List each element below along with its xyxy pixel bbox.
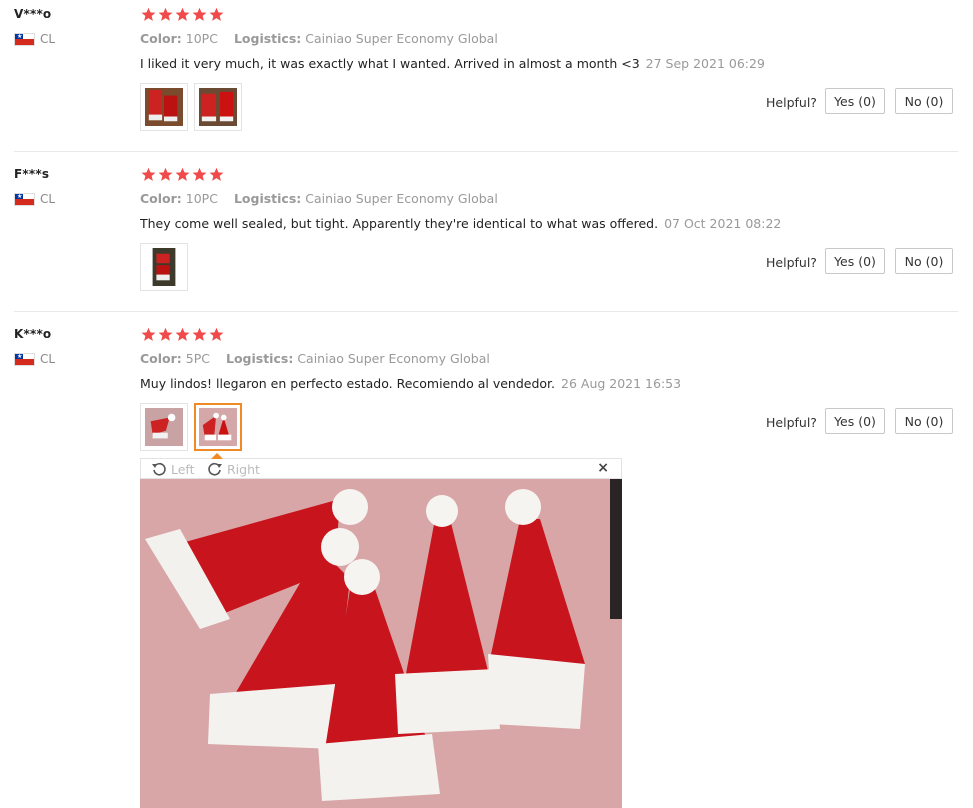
review-photo-thumb[interactable]: [194, 83, 242, 131]
star-icon: [158, 7, 173, 21]
helpful-no-button[interactable]: No (0): [895, 248, 953, 274]
enlarged-review-photo: [140, 479, 622, 808]
rotate-left-button[interactable]: Left: [151, 461, 195, 477]
logistics-value: Cainiao Super Economy Global: [305, 191, 498, 206]
helpful-yes-button[interactable]: Yes (0): [825, 408, 885, 434]
santa-hat-photo-icon: [199, 408, 237, 446]
star-icon: [209, 167, 224, 181]
review-meta: Color: 10PC Logistics: Cainiao Super Eco…: [140, 31, 498, 46]
star-icon: [141, 7, 156, 21]
review-photo-thumb-selected[interactable]: [194, 403, 242, 451]
review-text-line: They come well sealed, but tight. Appare…: [140, 216, 781, 231]
reviewer-country: ★ CL: [14, 192, 55, 206]
color-label: Color:: [140, 351, 182, 366]
helpful-label: Helpful?: [766, 95, 817, 110]
star-rating: [141, 7, 224, 22]
reviewer-name: F***s: [14, 167, 50, 181]
rotate-right-label: Right: [227, 461, 260, 477]
logistics-value: Cainiao Super Economy Global: [305, 31, 498, 46]
review-meta: Color: 10PC Logistics: Cainiao Super Eco…: [140, 191, 498, 206]
color-value: 5PC: [185, 351, 210, 366]
santa-hat-photo-icon: [145, 88, 183, 126]
star-icon: [209, 7, 224, 21]
chile-flag-icon: ★: [14, 352, 35, 366]
helpful-yes-button[interactable]: Yes (0): [825, 248, 885, 274]
close-icon[interactable]: ×: [597, 460, 609, 476]
country-code: CL: [40, 32, 56, 46]
review-photos: [140, 83, 242, 131]
star-rating: [141, 327, 224, 342]
logistics-label: Logistics:: [233, 191, 302, 206]
star-icon: [175, 167, 190, 181]
chile-flag-icon: ★: [14, 32, 35, 46]
country-code: CL: [40, 192, 56, 206]
review-photos: [140, 403, 242, 451]
helpful-no-button[interactable]: No (0): [895, 88, 953, 114]
star-rating: [141, 167, 224, 182]
rotate-right-button[interactable]: Right: [207, 461, 260, 477]
review-text-line: Muy lindos! llegaron en perfecto estado.…: [140, 376, 681, 391]
helpful-no-button[interactable]: No (0): [895, 408, 953, 434]
reviewer-name: K***o: [14, 327, 52, 341]
star-icon: [175, 327, 190, 341]
review-date: 27 Sep 2021 06:29: [645, 56, 765, 71]
helpful-label: Helpful?: [766, 255, 817, 270]
review-photos: [140, 243, 188, 291]
star-icon: [192, 167, 207, 181]
photo-viewer-toolbar: Left Right ×: [140, 453, 622, 479]
color-label: Color:: [140, 31, 182, 46]
helpful-yes-button[interactable]: Yes (0): [825, 88, 885, 114]
country-code: CL: [40, 352, 56, 366]
santa-hat-photo-icon: [199, 88, 237, 126]
photo-viewer: Left Right ×: [140, 453, 622, 808]
reviewer-country: ★ CL: [14, 32, 55, 46]
review-text: They come well sealed, but tight. Appare…: [140, 216, 659, 231]
logistics-value: Cainiao Super Economy Global: [297, 351, 490, 366]
santa-hat-photo-icon: [145, 408, 183, 446]
review-photo-thumb[interactable]: [140, 403, 188, 451]
star-icon: [141, 167, 156, 181]
review-photo-thumb[interactable]: [140, 83, 188, 131]
star-icon: [158, 327, 173, 341]
review-text: Muy lindos! llegaron en perfecto estado.…: [140, 376, 556, 391]
helpful-label: Helpful?: [766, 415, 817, 430]
review-date: 26 Aug 2021 16:53: [561, 376, 682, 391]
rotate-right-icon: [208, 462, 222, 476]
chile-flag-icon: ★: [14, 192, 35, 206]
review-text-line: I liked it very much, it was exactly wha…: [140, 56, 765, 71]
reviewer-country: ★ CL: [14, 352, 55, 366]
viewer-pointer-caret: [211, 453, 223, 459]
star-icon: [158, 167, 173, 181]
review-date: 07 Oct 2021 08:22: [664, 216, 782, 231]
color-value: 10PC: [185, 31, 218, 46]
star-icon: [141, 327, 156, 341]
color-label: Color:: [140, 191, 182, 206]
review-photo-thumb[interactable]: [140, 243, 188, 291]
review-text: I liked it very much, it was exactly wha…: [140, 56, 640, 71]
star-icon: [175, 7, 190, 21]
review-divider: [14, 151, 958, 152]
logistics-label: Logistics:: [225, 351, 294, 366]
reviewer-name: V***o: [14, 7, 52, 21]
logistics-label: Logistics:: [233, 31, 302, 46]
star-icon: [209, 327, 224, 341]
rotate-left-label: Left: [171, 461, 195, 477]
review-divider: [14, 311, 958, 312]
color-value: 10PC: [185, 191, 218, 206]
star-icon: [192, 327, 207, 341]
review-meta: Color: 5PC Logistics: Cainiao Super Econ…: [140, 351, 490, 366]
santa-hat-photo-icon: [145, 248, 183, 286]
rotate-left-icon: [152, 462, 166, 476]
santa-hats-photo: [140, 479, 622, 808]
star-icon: [192, 7, 207, 21]
